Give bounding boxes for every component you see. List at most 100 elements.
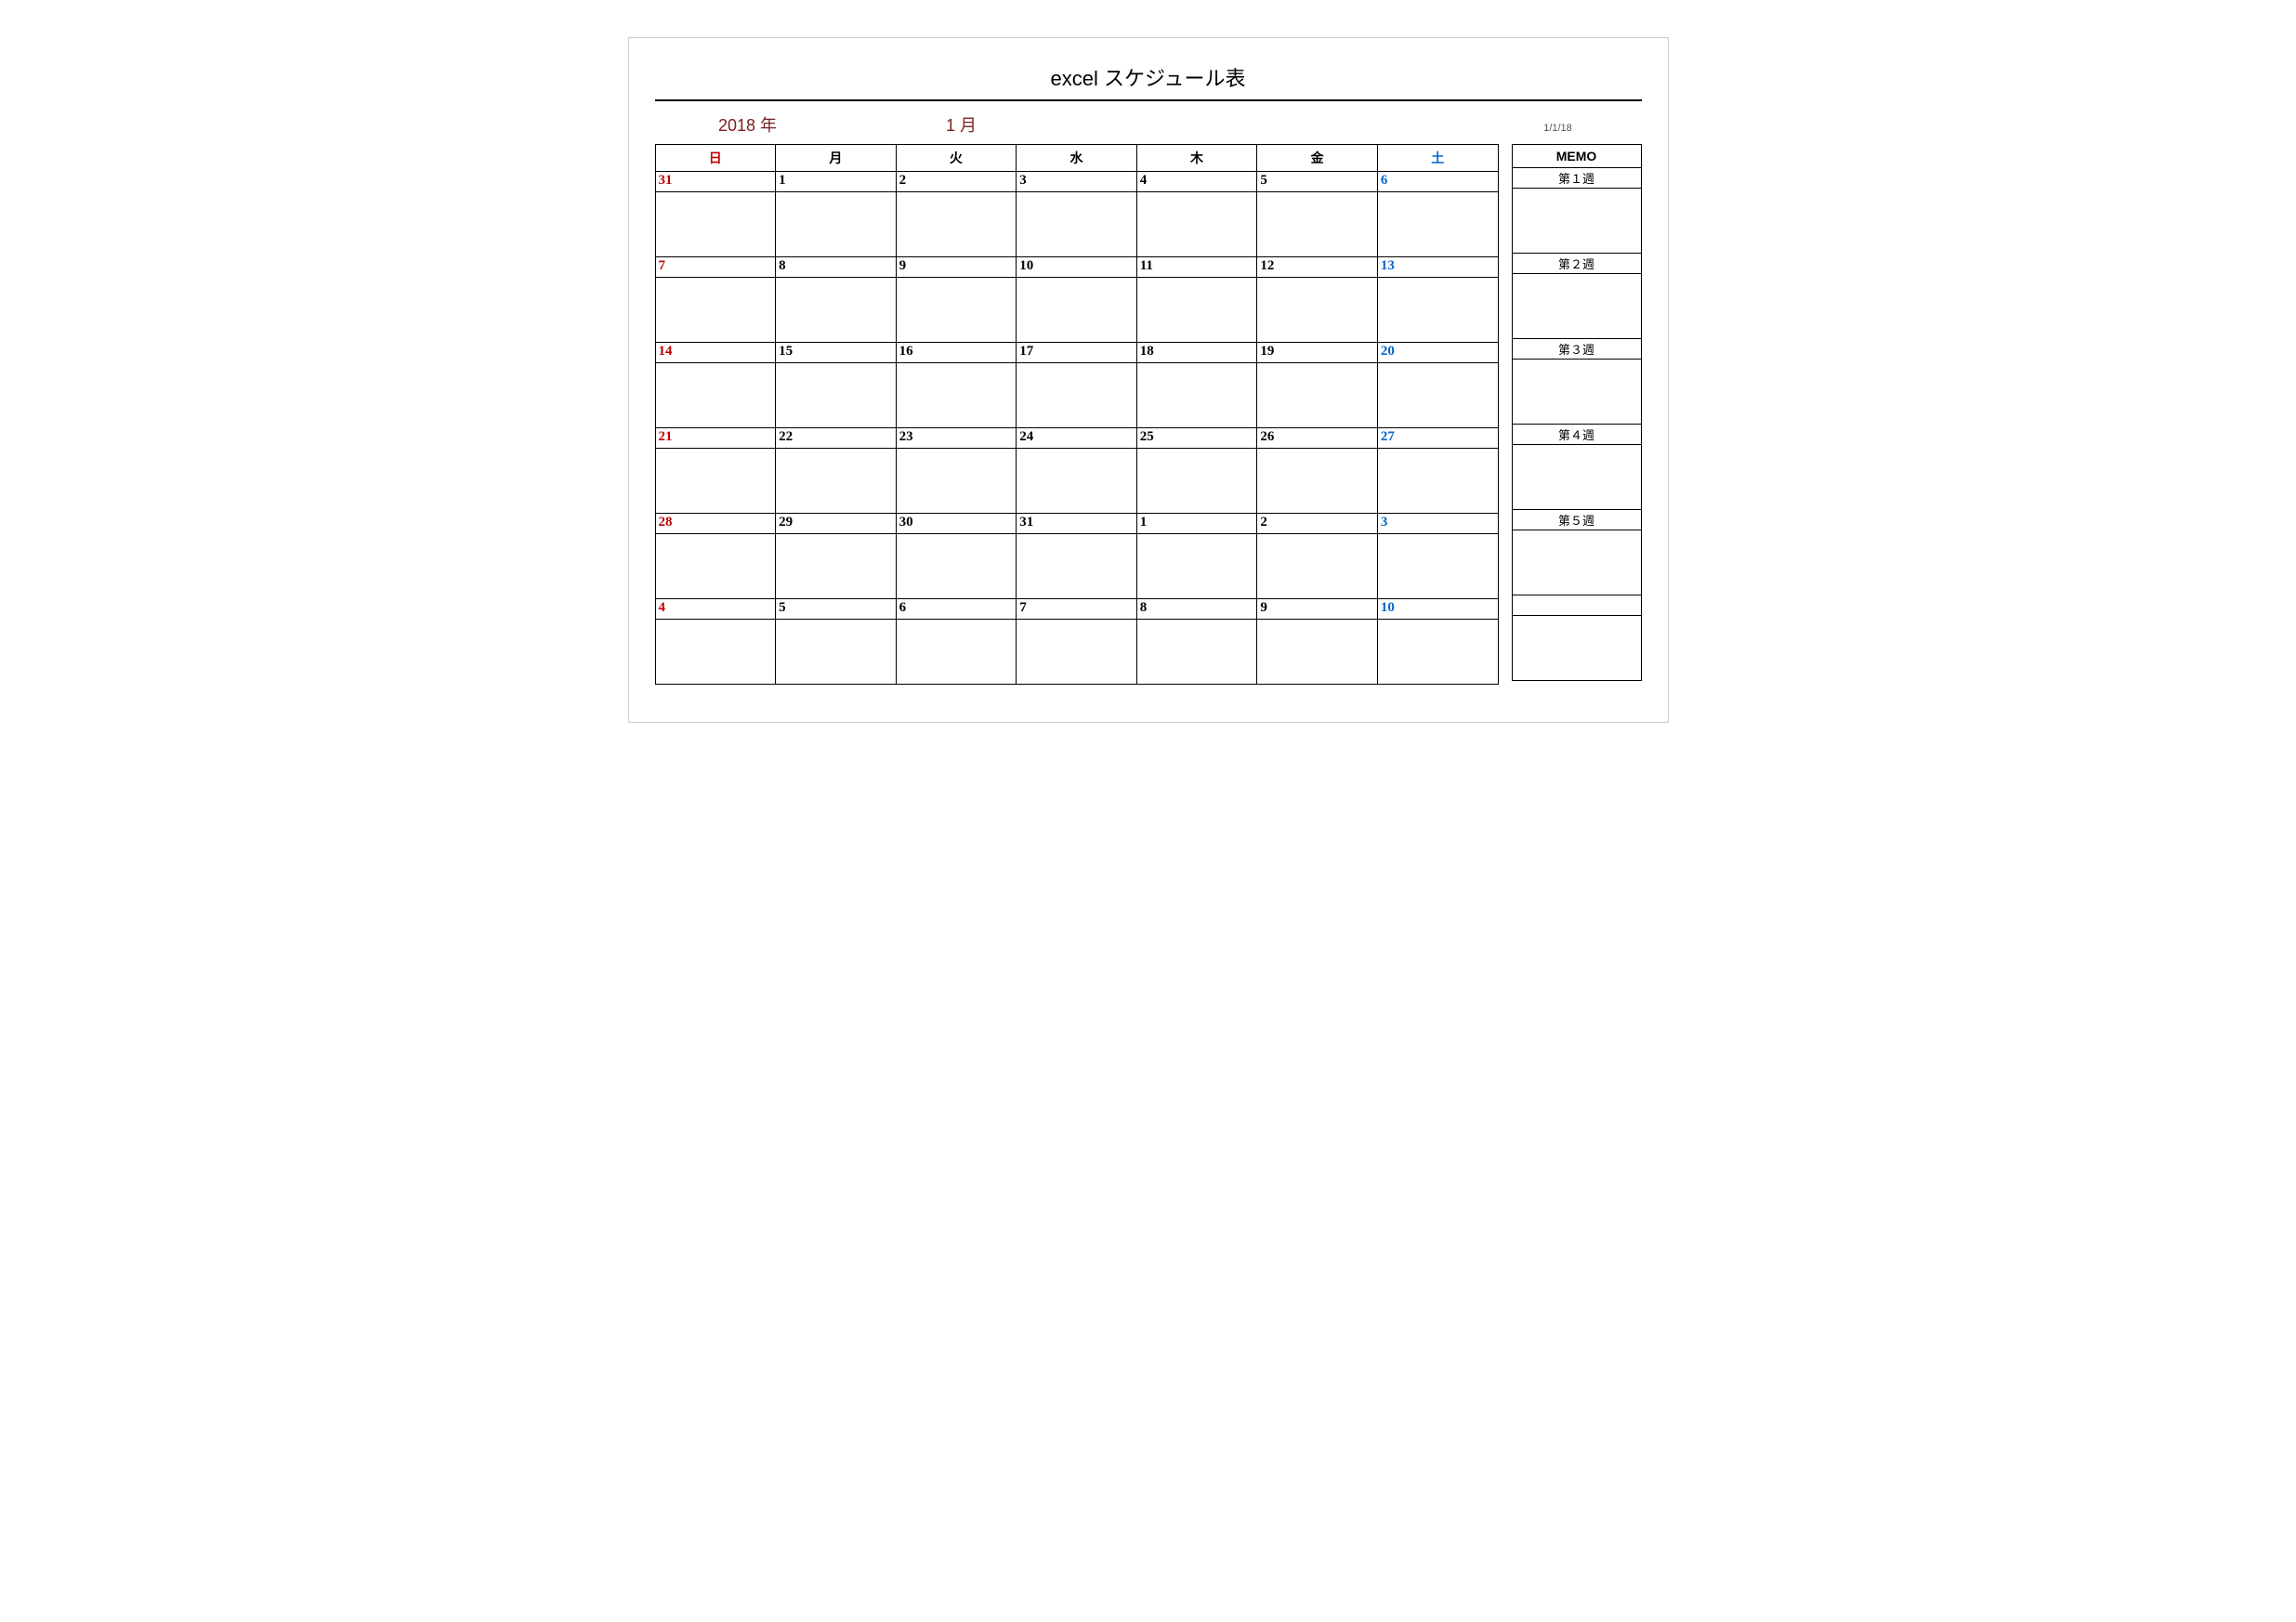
day-number-cell: 8: [776, 257, 897, 278]
year-label: 2018 年: [655, 112, 841, 137]
day-body-cell: [776, 534, 897, 599]
day-number-cell: 4: [1136, 172, 1257, 192]
day-number-cell: 7: [655, 257, 776, 278]
day-number-cell: 18: [1136, 343, 1257, 363]
week-body-row: [655, 363, 1498, 428]
day-number-cell: 28: [655, 514, 776, 534]
meta-row: 2018 年 1 月 1/1/18: [655, 109, 1642, 144]
day-body-cell: [1136, 534, 1257, 599]
week-body-row: [655, 534, 1498, 599]
dow-sat: 土: [1377, 145, 1498, 172]
day-body-cell: [1136, 363, 1257, 428]
memo-week-label: [1512, 595, 1641, 616]
day-body-cell: [1257, 534, 1378, 599]
day-body-cell: [1377, 278, 1498, 343]
dow-mon: 月: [776, 145, 897, 172]
day-body-cell: [896, 363, 1017, 428]
day-number-cell: 1: [1136, 514, 1257, 534]
day-number-cell: 12: [1257, 257, 1378, 278]
memo-header: MEMO: [1512, 145, 1641, 168]
memo-week-body: [1512, 189, 1641, 254]
day-body-cell: [1257, 449, 1378, 514]
day-number-cell: 31: [1017, 514, 1137, 534]
day-body-cell: [776, 192, 897, 257]
day-number-cell: 30: [896, 514, 1017, 534]
month-label: 1 月: [841, 112, 1082, 137]
day-number-cell: 5: [1257, 172, 1378, 192]
day-number-cell: 24: [1017, 428, 1137, 449]
memo-week-label: 第２週: [1512, 254, 1641, 274]
day-number-cell: 9: [896, 257, 1017, 278]
day-number-cell: 6: [1377, 172, 1498, 192]
day-body-cell: [1377, 192, 1498, 257]
day-body-cell: [1017, 192, 1137, 257]
calendar-layout: 日 月 火 水 木 金 土 31123456789101112131415161…: [655, 144, 1642, 685]
week-number-row: 21222324252627: [655, 428, 1498, 449]
day-number-cell: 25: [1136, 428, 1257, 449]
day-number-cell: 10: [1377, 599, 1498, 620]
week-number-row: 31123456: [655, 172, 1498, 192]
day-number-cell: 3: [1017, 172, 1137, 192]
week-number-row: 45678910: [655, 599, 1498, 620]
day-number-cell: 16: [896, 343, 1017, 363]
week-body-row: [655, 449, 1498, 514]
day-number-cell: 10: [1017, 257, 1137, 278]
day-body-cell: [655, 534, 776, 599]
memo-week-body: [1512, 445, 1641, 510]
day-number-cell: 31: [655, 172, 776, 192]
day-body-cell: [896, 449, 1017, 514]
dow-header-row: 日 月 火 水 木 金 土: [655, 145, 1498, 172]
day-body-cell: [655, 449, 776, 514]
day-body-cell: [1257, 620, 1378, 685]
memo-week-body: [1512, 274, 1641, 339]
memo-table: MEMO 第１週第２週第３週第４週第５週: [1512, 144, 1642, 681]
day-body-cell: [655, 363, 776, 428]
day-body-cell: [1257, 278, 1378, 343]
day-number-cell: 23: [896, 428, 1017, 449]
week-body-row: [655, 620, 1498, 685]
dow-thu: 木: [1136, 145, 1257, 172]
day-body-cell: [1377, 620, 1498, 685]
memo-week-body: [1512, 360, 1641, 425]
memo-week-label: 第５週: [1512, 510, 1641, 530]
week-number-row: 14151617181920: [655, 343, 1498, 363]
day-number-cell: 1: [776, 172, 897, 192]
calendar-grid: 日 月 火 水 木 金 土 31123456789101112131415161…: [655, 144, 1499, 685]
day-number-cell: 15: [776, 343, 897, 363]
day-number-cell: 9: [1257, 599, 1378, 620]
day-body-cell: [896, 278, 1017, 343]
day-number-cell: 3: [1377, 514, 1498, 534]
day-body-cell: [1017, 278, 1137, 343]
memo-week-label: 第３週: [1512, 339, 1641, 360]
memo-week-label: 第４週: [1512, 425, 1641, 445]
day-body-cell: [1017, 363, 1137, 428]
day-number-cell: 27: [1377, 428, 1498, 449]
day-body-cell: [776, 449, 897, 514]
day-body-cell: [1136, 278, 1257, 343]
dow-tue: 火: [896, 145, 1017, 172]
day-body-cell: [1377, 449, 1498, 514]
day-number-cell: 17: [1017, 343, 1137, 363]
day-body-cell: [896, 192, 1017, 257]
date-small: 1/1/18: [1475, 123, 1642, 134]
memo-week-body: [1512, 530, 1641, 595]
day-body-cell: [1017, 449, 1137, 514]
day-number-cell: 29: [776, 514, 897, 534]
day-body-cell: [1136, 449, 1257, 514]
day-body-cell: [776, 620, 897, 685]
day-number-cell: 8: [1136, 599, 1257, 620]
day-body-cell: [896, 620, 1017, 685]
day-number-cell: 13: [1377, 257, 1498, 278]
week-body-row: [655, 192, 1498, 257]
document-page: excel スケジュール表 2018 年 1 月 1/1/18 日 月 火 水 …: [628, 37, 1669, 723]
day-body-cell: [655, 620, 776, 685]
day-number-cell: 4: [655, 599, 776, 620]
day-number-cell: 14: [655, 343, 776, 363]
day-body-cell: [1017, 620, 1137, 685]
dow-wed: 水: [1017, 145, 1137, 172]
day-body-cell: [655, 192, 776, 257]
day-body-cell: [1017, 534, 1137, 599]
day-number-cell: 26: [1257, 428, 1378, 449]
day-number-cell: 2: [896, 172, 1017, 192]
week-number-row: 28293031123: [655, 514, 1498, 534]
